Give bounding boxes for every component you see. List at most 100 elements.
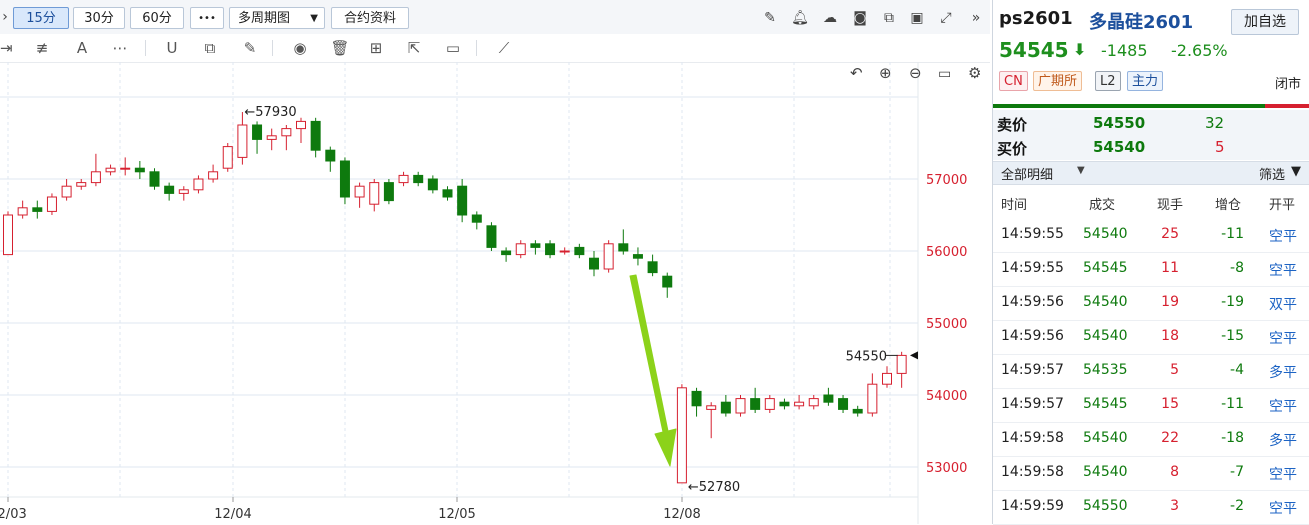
tick-open-close: 多平 xyxy=(1269,365,1297,381)
tick-oi-change: -7 xyxy=(1230,464,1244,480)
layers-icon[interactable]: ⧉ xyxy=(200,38,220,58)
tick-oi-change: -11 xyxy=(1221,396,1244,412)
candle-down xyxy=(589,257,599,270)
col-price: 成交 xyxy=(1089,198,1116,213)
candle-down xyxy=(383,182,394,202)
ruler-icon[interactable]: ⟋ xyxy=(494,38,514,58)
col-time: 时间 xyxy=(1001,198,1028,213)
candlestick-chart[interactable]: 5300054000550005600057000 12/0312/0412/0… xyxy=(0,62,990,524)
candle-down xyxy=(618,243,629,252)
candle-down xyxy=(647,261,658,274)
collapse-panel-icon[interactable]: » xyxy=(967,9,985,27)
bid-volume: 5 xyxy=(1215,138,1225,156)
bid-label: 买价 xyxy=(997,140,1028,158)
trash-icon[interactable]: 🗑︎ xyxy=(330,38,350,58)
chevron-right-icon[interactable]: › xyxy=(0,8,10,26)
candle-up xyxy=(354,185,365,198)
candle-down xyxy=(134,167,145,173)
tick-volume: 5 xyxy=(1170,362,1179,378)
fib-icon[interactable]: ≢ xyxy=(32,38,52,58)
tick-price: 54550 xyxy=(1083,498,1128,514)
tick-oi-change: -4 xyxy=(1230,362,1244,378)
tick-open-close: 空平 xyxy=(1269,229,1297,245)
settings-icon[interactable]: ⚙ xyxy=(968,64,981,82)
tick-open-close: 多平 xyxy=(1269,433,1297,449)
reset-icon[interactable]: ▭ xyxy=(938,66,951,82)
tick-volume: 19 xyxy=(1161,294,1179,310)
tick-volume: 15 xyxy=(1161,396,1179,412)
eye-icon[interactable]: ◉ xyxy=(290,38,310,58)
tick-oi-change: -2 xyxy=(1230,498,1244,514)
tick-price: 54540 xyxy=(1083,294,1128,310)
candle-up xyxy=(76,182,87,187)
candle-up xyxy=(61,185,72,198)
candle-up xyxy=(120,167,131,170)
candle-up xyxy=(46,196,57,212)
candle-up xyxy=(208,171,219,180)
grid-icon[interactable]: ⊞ xyxy=(366,38,386,58)
y-tick-label: 55000 xyxy=(926,317,967,332)
more-tools-icon[interactable]: ⋯ xyxy=(110,38,130,58)
tick-volume: 25 xyxy=(1161,226,1179,242)
segment-icon[interactable]: ⇥ xyxy=(0,38,13,58)
col-volume: 现手 xyxy=(1157,198,1184,213)
candle-down xyxy=(530,243,541,248)
candle-up xyxy=(17,207,28,216)
drawing-toolbar: ⇥ ≢ A ⋯ U ⧉ ✎ ◉ 🗑︎ ⊞ ⇱ ▭ ⟋ xyxy=(0,34,990,63)
comment-icon[interactable]: ▭ xyxy=(443,38,463,58)
caret-down-icon[interactable]: ▼ xyxy=(1077,165,1085,176)
text-tool-icon[interactable]: A xyxy=(72,38,92,58)
external-icon[interactable]: ⇱ xyxy=(404,38,424,58)
zoom-out-icon[interactable]: ⊖ xyxy=(909,64,922,82)
market-status: 闭市 xyxy=(1275,77,1302,92)
camera-icon[interactable]: ◙ xyxy=(851,9,869,27)
candle-down xyxy=(632,254,643,259)
period-60min-button[interactable]: 60分 xyxy=(130,7,184,29)
magnet-icon[interactable]: U xyxy=(162,38,182,58)
funnel-icon[interactable]: ▼ xyxy=(1291,164,1301,179)
candle-up xyxy=(706,405,717,410)
candle-up xyxy=(764,398,775,410)
brush-icon[interactable]: ✎ xyxy=(240,38,260,58)
cloud-icon[interactable]: ☁ xyxy=(821,9,839,27)
period-30min-button[interactable]: 30分 xyxy=(73,7,125,29)
bell-icon[interactable]: 🔔︎ xyxy=(791,9,809,27)
contract-info-button[interactable]: 合约资料 xyxy=(331,7,409,29)
candle-down xyxy=(252,124,263,140)
filter-button[interactable]: 筛选 xyxy=(1259,164,1285,183)
candle-up xyxy=(515,243,526,256)
candle-up xyxy=(603,243,614,270)
tag-l2[interactable]: L2 xyxy=(1095,71,1121,91)
filter-all-dropdown[interactable]: 全部明细 xyxy=(1001,164,1053,183)
candle-up xyxy=(398,174,409,184)
tick-time: 14:59:59 xyxy=(1001,498,1064,514)
zoom-in-icon[interactable]: ⊕ xyxy=(879,64,892,82)
candle-down xyxy=(545,243,556,256)
fullscreen-icon[interactable]: ⤢ xyxy=(937,9,955,27)
monitor-icon[interactable]: ▣ xyxy=(908,9,926,27)
x-axis-labels: 12/03 12/04 12/05 12/08 xyxy=(0,497,701,522)
tick-row: 14:59:56 54540 18 -15 空平 xyxy=(993,320,1309,355)
pen-icon[interactable]: ✎ xyxy=(761,9,779,27)
price-change-percent: -2.65% xyxy=(1171,41,1228,60)
tick-price: 54545 xyxy=(1083,260,1128,276)
candle-down xyxy=(413,174,424,184)
more-periods-button[interactable]: ••• xyxy=(190,7,224,29)
tick-open-close: 空平 xyxy=(1269,331,1297,347)
period-15min-button[interactable]: 15分 xyxy=(13,7,69,29)
tick-open-close: 空平 xyxy=(1269,399,1297,415)
copy-icon[interactable]: ⧉ xyxy=(880,9,898,27)
undo-icon[interactable]: ↶ xyxy=(850,64,863,82)
tag-main-contract[interactable]: 主力 xyxy=(1127,71,1164,91)
tag-exchange[interactable]: 广期所 xyxy=(1033,71,1083,91)
candle-down xyxy=(750,398,761,410)
add-watchlist-button[interactable]: 加自选 xyxy=(1231,9,1299,35)
tick-price: 54540 xyxy=(1083,464,1128,480)
multi-period-dropdown[interactable]: 多周期图 ▼ xyxy=(229,7,325,29)
tag-cn[interactable]: CN xyxy=(999,71,1028,91)
candle-down xyxy=(838,398,849,410)
ask-ratio-bar xyxy=(1265,104,1309,108)
last-price-label: 54550 xyxy=(846,349,887,364)
tick-volume: 11 xyxy=(1161,260,1179,276)
tick-volume: 22 xyxy=(1161,430,1179,446)
